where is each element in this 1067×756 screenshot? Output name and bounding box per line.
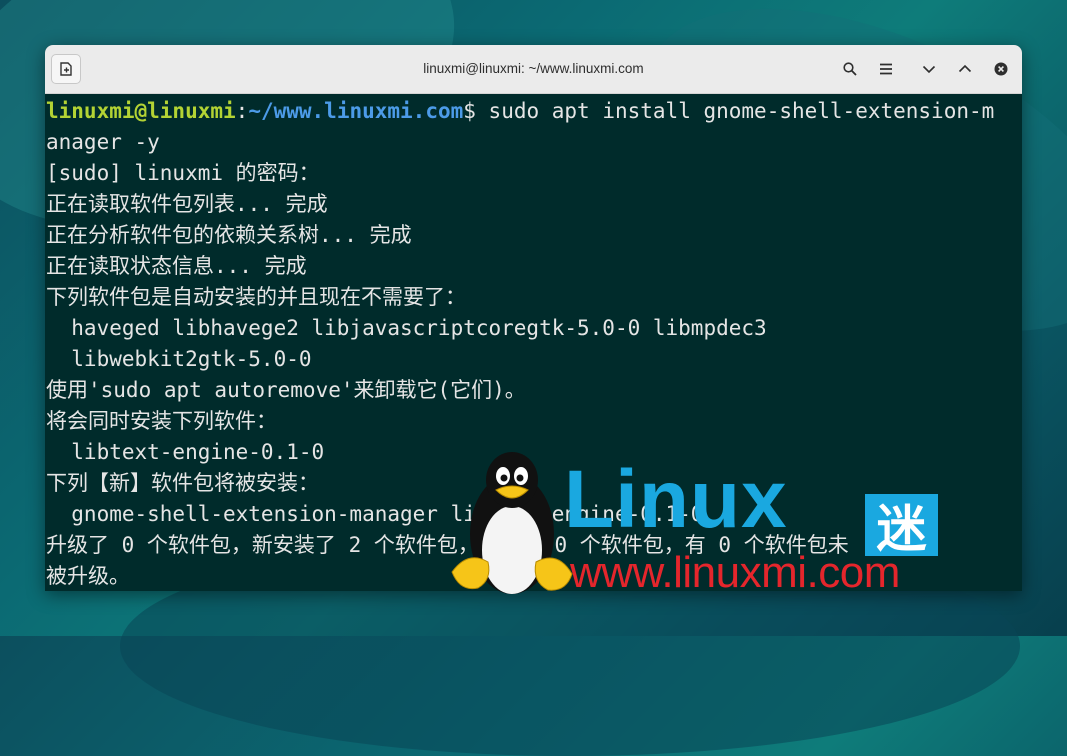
output-line: 正在读取软件包列表... 完成 — [46, 192, 328, 216]
maximize-button[interactable] — [951, 55, 979, 83]
watermark-brand-char: 迷 — [865, 494, 938, 558]
minimize-button[interactable] — [915, 55, 943, 83]
chevron-down-icon — [922, 65, 936, 74]
hamburger-menu-icon — [880, 63, 892, 75]
output-line: libtext-engine-0.1-0 — [46, 440, 325, 464]
output-line: 将会同时安装下列软件： — [46, 409, 277, 433]
output-line: haveged libhavege2 libjavascriptcoregtk-… — [46, 316, 767, 340]
title-bar[interactable]: linuxmi@linuxmi: ~/www.linuxmi.com — [45, 45, 1022, 94]
output-line: 正在读取状态信息... 完成 — [46, 254, 307, 278]
watermark-brand-word: Linux — [564, 454, 788, 545]
prompt-user: linuxmi@linuxmi — [46, 99, 236, 123]
output-line: 下列【新】软件包将被安装： — [46, 471, 319, 495]
output-line: [sudo] linuxmi 的密码： — [46, 161, 320, 185]
linuxmi-watermark-logo: Linux 迷 www.linuxmi.com — [448, 450, 948, 600]
close-icon — [994, 62, 1008, 76]
command-text: sudo apt install gnome-shell-extension-m — [475, 99, 995, 123]
output-line: libwebkit2gtk-5.0-0 — [46, 347, 312, 371]
close-button[interactable] — [987, 55, 1015, 83]
output-line: 被升级。 — [46, 564, 130, 588]
prompt-path: ~/www.linuxmi.com — [248, 99, 464, 123]
tux-penguin-icon — [451, 452, 573, 594]
chevron-up-icon — [958, 64, 972, 73]
prompt-symbol: $ — [463, 99, 476, 123]
output-line: 使用'sudo apt autoremove'来卸载它(它们)。 — [46, 378, 526, 402]
new-tab-button[interactable] — [51, 54, 81, 84]
watermark-url: www.linuxmi.com — [570, 548, 900, 597]
output-line: 下列软件包是自动安装的并且现在不需要了： — [46, 285, 466, 309]
output-line: 正在分析软件包的依赖关系树... 完成 — [46, 223, 412, 247]
new-tab-icon — [60, 62, 72, 76]
search-button[interactable] — [836, 55, 864, 83]
command-continuation: anager -y — [46, 130, 160, 154]
command-line: linuxmi@linuxmi:~/www.linuxmi.com$ sudo … — [46, 96, 994, 127]
prompt-separator: : — [235, 99, 249, 123]
menu-button[interactable] — [872, 55, 900, 83]
search-icon — [843, 62, 857, 76]
